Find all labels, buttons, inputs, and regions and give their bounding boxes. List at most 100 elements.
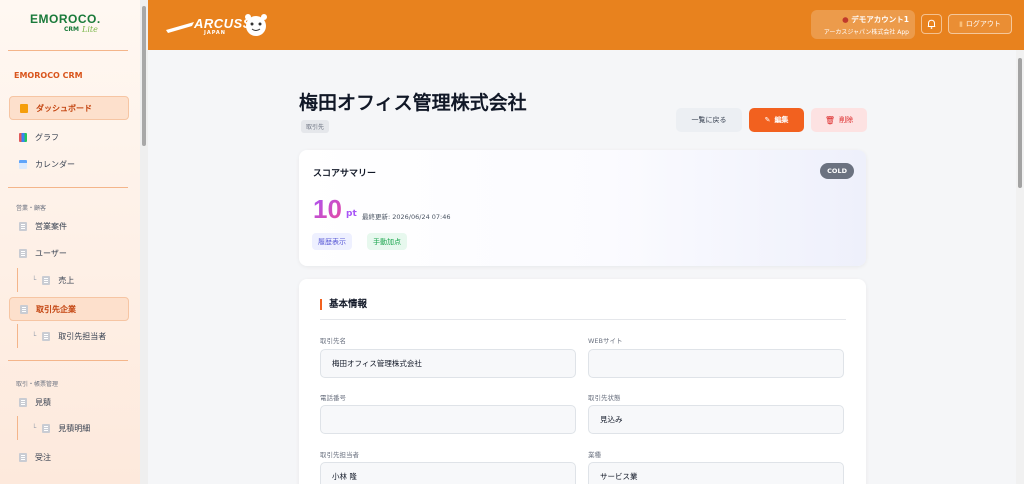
document-icon — [19, 452, 27, 462]
sidebar-item-label: 受注 — [35, 452, 51, 462]
document-icon — [42, 331, 51, 341]
account-status-field[interactable]: 見込み — [588, 405, 844, 434]
sidebar-item-users[interactable]: ユーザー — [9, 241, 129, 265]
emoroco-logo[interactable]: EMOROCO. CRM Lite — [30, 12, 112, 36]
notification-button[interactable] — [921, 14, 942, 34]
main-content: 梅田オフィス管理株式会社 取引先 一覧に戻る ✎ 編集 🗑 削除 スコアサマリー… — [148, 50, 1016, 484]
show-history-label: 履歴表示 — [318, 237, 346, 246]
contact-field[interactable]: 小林 隆 — [320, 462, 576, 484]
sidebar-item-label: 取引先企業 — [36, 304, 76, 314]
website-field[interactable] — [588, 349, 844, 378]
sidebar-item-label: グラフ — [35, 132, 59, 142]
tree-branch-icon: └ — [32, 276, 37, 284]
tree-branch-icon: └ — [32, 332, 37, 340]
score-value: 10 — [313, 194, 342, 224]
back-to-list-button[interactable]: 一覧に戻る — [676, 108, 742, 132]
sidebar-item-contacts[interactable]: └ 取引先担当者 — [17, 324, 129, 348]
sidebar-section-trade: 取引・帳票管理 — [16, 381, 59, 388]
logo-crm-text: CRM — [64, 26, 79, 33]
logout-button[interactable]: ▮ ログアウト — [948, 14, 1012, 34]
edit-label: 編集 — [774, 116, 789, 124]
show-history-button[interactable]: 履歴表示 — [312, 233, 352, 250]
sidebar-scrollbar-thumb[interactable] — [142, 6, 146, 146]
record-type-badge: 取引先 — [301, 120, 330, 133]
score-summary-card: スコアサマリー COLD 10 pt 最終更新: 2026/06/24 07:4… — [299, 150, 866, 266]
sidebar-item-sales[interactable]: └ 売上 — [17, 268, 129, 292]
sidebar-item-dashboard[interactable]: ダッシュボード — [9, 96, 129, 120]
user-icon: ● — [842, 15, 849, 24]
bell-icon — [927, 19, 936, 29]
score-unit: pt — [346, 209, 357, 219]
tree-branch-icon: └ — [32, 424, 37, 432]
field-label-contact: 取引先担当者 — [320, 451, 359, 459]
brand-sub: JAPAN — [204, 30, 226, 36]
logo-lite-text: Lite — [82, 25, 98, 34]
account-name: ● デモアカウント1 — [811, 14, 909, 25]
main-scrollbar[interactable] — [1016, 50, 1024, 484]
phone-field[interactable] — [320, 405, 576, 434]
account-name-text: デモアカウント1 — [851, 15, 909, 24]
top-header: ARCUSS JAPAN ● デモアカウント1 アーカスジャパン株式会社 App… — [148, 0, 1024, 50]
field-label-industry: 業種 — [588, 451, 601, 459]
sidebar-item-calendar[interactable]: カレンダー — [9, 152, 129, 176]
sidebar-section-sales: 営業・顧客 — [16, 205, 47, 212]
section-divider — [320, 319, 846, 320]
edit-button[interactable]: ✎ 編集 — [749, 108, 804, 132]
score-last-updated: 最終更新: 2026/06/24 07:46 — [362, 213, 451, 221]
app-window: EMOROCO. CRM Lite EMOROCO CRM ダッシュボード グラ… — [0, 0, 1024, 484]
sidebar-item-label: カレンダー — [35, 159, 75, 169]
sidebar-divider — [8, 187, 128, 188]
logout-label: ログアウト — [965, 20, 1001, 28]
document-icon — [19, 397, 27, 407]
sidebar-divider — [8, 360, 128, 361]
field-label-account-status: 取引先状態 — [588, 394, 621, 402]
back-to-list-label: 一覧に戻る — [691, 116, 727, 124]
calendar-icon — [19, 159, 27, 169]
section-title-basic-info: 基本情報 — [320, 299, 367, 310]
sidebar-item-label: 売上 — [58, 275, 75, 285]
sidebar-item-label: 見積 — [35, 397, 51, 407]
score-summary-title: スコアサマリー — [313, 169, 377, 179]
manual-points-label: 手動加点 — [373, 237, 401, 246]
delete-label: 削除 — [839, 116, 854, 124]
chart-icon — [19, 132, 27, 142]
brand-name: ARCUSS — [194, 16, 252, 31]
delete-button[interactable]: 🗑 削除 — [811, 108, 867, 132]
document-icon — [19, 221, 27, 231]
sidebar-item-graph[interactable]: グラフ — [9, 125, 129, 149]
sidebar-item-quotes[interactable]: 見積 — [9, 390, 129, 414]
logo-wordmark: EMOROCO. — [30, 12, 101, 26]
document-icon — [19, 248, 27, 258]
pencil-icon: ✎ — [764, 116, 771, 124]
sidebar-item-deals[interactable]: 営業案件 — [9, 214, 129, 238]
field-label-phone: 電話番号 — [320, 394, 346, 402]
sidebar-divider — [8, 50, 128, 51]
industry-field[interactable]: サービス業 — [588, 462, 844, 484]
manual-points-button[interactable]: 手動加点 — [367, 233, 407, 250]
field-label-account-name: 取引先名 — [320, 337, 346, 345]
account-company: アーカスジャパン株式会社 App — [823, 29, 909, 36]
arcuss-logo[interactable]: ARCUSS JAPAN — [164, 12, 268, 40]
sidebar-scrollbar[interactable] — [140, 0, 148, 484]
account-name-field[interactable]: 梅田オフィス管理株式会社 — [320, 349, 576, 378]
main-scrollbar-thumb[interactable] — [1018, 58, 1022, 188]
sidebar-item-orders[interactable]: 受注 — [9, 445, 129, 469]
sidebar-item-quote-details[interactable]: └ 見積明細 — [17, 416, 129, 440]
logout-icon: ▮ — [959, 20, 963, 28]
sidebar-item-label: ユーザー — [35, 248, 67, 258]
sidebar-item-label: ダッシュボード — [36, 103, 92, 113]
temperature-status-badge: COLD — [820, 163, 854, 179]
sidebar-title: EMOROCO CRM — [14, 71, 83, 80]
account-menu[interactable]: ● デモアカウント1 アーカスジャパン株式会社 App — [811, 10, 915, 39]
document-icon — [20, 304, 28, 314]
trash-icon: 🗑 — [824, 115, 836, 125]
home-icon — [20, 103, 28, 113]
sidebar-item-label: 見積明細 — [58, 423, 91, 433]
page-title: 梅田オフィス管理株式会社 — [299, 92, 527, 114]
sidebar-item-label: 営業案件 — [35, 221, 67, 231]
basic-info-card: 基本情報 取引先名 梅田オフィス管理株式会社 WEBサイト 電話番号 取引先状態… — [299, 279, 866, 484]
document-icon — [42, 275, 51, 285]
sidebar-item-label: 取引先担当者 — [58, 331, 107, 341]
document-icon — [42, 423, 51, 433]
sidebar-item-accounts[interactable]: 取引先企業 — [9, 297, 129, 321]
